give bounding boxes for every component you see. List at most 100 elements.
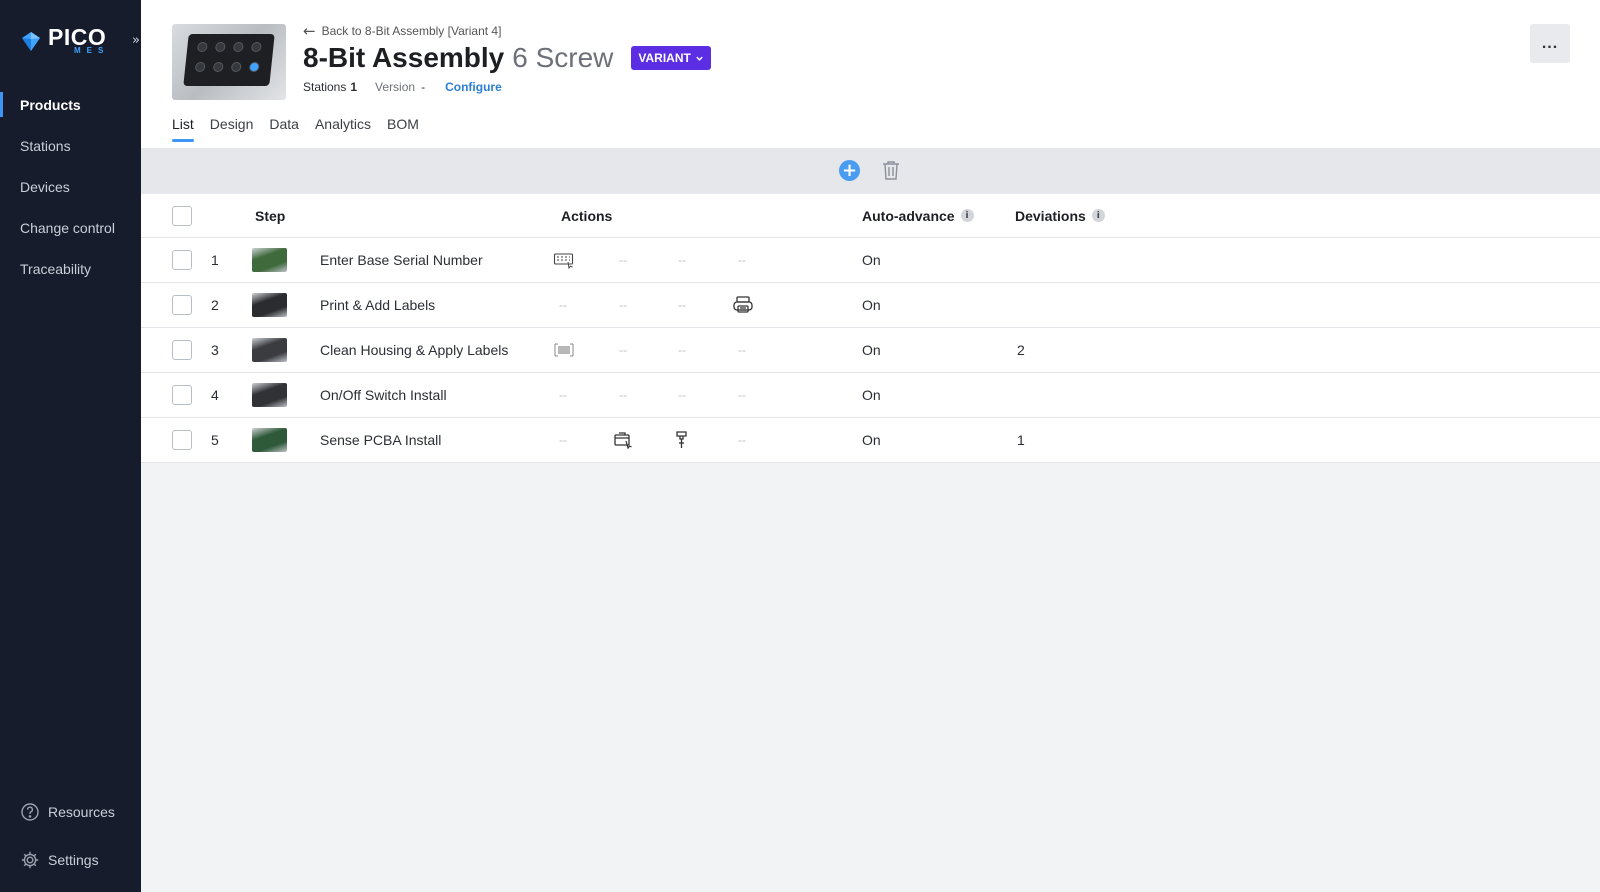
step-name[interactable]: Enter Base Serial Number xyxy=(320,252,483,268)
step-thumbnail xyxy=(252,338,287,362)
step-name[interactable]: Print & Add Labels xyxy=(320,297,435,313)
table-row[interactable]: 1 Enter Base Serial Number -- -- -- On xyxy=(141,238,1600,283)
steps-table: Step Actions Auto-advance i Deviations i… xyxy=(141,194,1600,463)
auto-advance-value[interactable]: On xyxy=(862,387,881,403)
info-icon[interactable]: i xyxy=(1091,209,1105,222)
step-thumbnail xyxy=(252,248,287,272)
action-empty: -- xyxy=(678,298,686,312)
row-checkbox[interactable] xyxy=(172,250,192,270)
auto-advance-value[interactable]: On xyxy=(862,342,881,358)
box-hand-icon[interactable] xyxy=(613,430,635,450)
product-image-device xyxy=(183,34,275,86)
step-name[interactable]: Clean Housing & Apply Labels xyxy=(320,342,508,358)
sidebar-item-traceability[interactable]: Traceability xyxy=(0,248,141,289)
auto-advance-value[interactable]: On xyxy=(862,432,881,448)
more-options-button[interactable]: ... xyxy=(1530,24,1570,63)
configure-link[interactable]: Configure xyxy=(445,80,502,94)
page-subtitle: 6 Screw xyxy=(512,42,614,73)
variant-dropdown-button[interactable]: VARIANT xyxy=(631,46,711,70)
action-empty: -- xyxy=(619,388,627,402)
column-deviations: Deviations i xyxy=(1015,208,1105,224)
info-icon[interactable]: i xyxy=(960,209,974,222)
resources-label: Resources xyxy=(48,804,115,820)
plus-icon: + xyxy=(841,159,858,181)
screwdriver-icon[interactable] xyxy=(672,430,694,450)
column-step: Step xyxy=(255,207,286,224)
step-name[interactable]: On/Off Switch Install xyxy=(320,387,447,403)
sidebar-nav: Products Stations Devices Change control… xyxy=(0,84,141,289)
step-number: 1 xyxy=(211,252,219,268)
row-checkbox[interactable] xyxy=(172,340,192,360)
sidebar-item-settings[interactable]: Settings xyxy=(20,850,140,870)
action-empty: -- xyxy=(738,343,746,357)
step-number: 4 xyxy=(211,387,219,403)
ellipsis-icon: ... xyxy=(1541,34,1559,52)
trash-icon[interactable] xyxy=(881,159,901,181)
pico-logo[interactable]: PICO MES xyxy=(20,26,109,55)
page-title: 8-Bit Assembly xyxy=(303,42,505,73)
sidebar-item-label: Devices xyxy=(20,178,70,195)
list-toolbar: + xyxy=(141,148,1600,194)
step-number: 2 xyxy=(211,297,219,313)
keyboard-icon[interactable] xyxy=(553,250,575,270)
action-empty: -- xyxy=(619,253,627,267)
action-empty: -- xyxy=(738,388,746,402)
back-link-label: Back to 8-Bit Assembly [Variant 4] xyxy=(321,24,502,38)
product-image xyxy=(172,24,286,100)
row-checkbox[interactable] xyxy=(172,430,192,450)
barcode-icon[interactable] xyxy=(553,340,575,360)
auto-advance-label: Auto-advance xyxy=(862,207,955,224)
auto-advance-value[interactable]: On xyxy=(862,297,881,313)
action-empty: -- xyxy=(559,433,567,447)
back-link[interactable]: ← Back to 8-Bit Assembly [Variant 4] xyxy=(303,22,501,40)
table-row[interactable]: 5 Sense PCBA Install -- -- On 1 xyxy=(141,418,1600,463)
table-row[interactable]: 4 On/Off Switch Install -- -- -- -- On xyxy=(141,373,1600,418)
sidebar-item-label: Change control xyxy=(20,219,115,236)
deviations-label: Deviations xyxy=(1015,207,1086,224)
step-number: 5 xyxy=(211,432,219,448)
row-checkbox[interactable] xyxy=(172,385,192,405)
sidebar: PICO MES » Products Stations Devices Cha… xyxy=(0,0,146,892)
version-value: - xyxy=(421,80,426,94)
gear-icon xyxy=(21,851,39,869)
row-checkbox[interactable] xyxy=(172,295,192,315)
title-row: 8-Bit Assembly 6 Screw VARIANT xyxy=(303,42,711,74)
printer-icon[interactable] xyxy=(732,295,754,315)
table-header: Step Actions Auto-advance i Deviations i xyxy=(141,194,1600,238)
step-name[interactable]: Sense PCBA Install xyxy=(320,432,441,448)
sidebar-item-change-control[interactable]: Change control xyxy=(0,207,141,248)
step-number: 3 xyxy=(211,342,219,358)
tab-analytics[interactable]: Analytics xyxy=(315,116,371,142)
arrow-left-icon: ← xyxy=(303,22,316,40)
sidebar-item-products[interactable]: Products xyxy=(0,84,141,125)
deviations-count[interactable]: 1 xyxy=(1017,432,1025,448)
column-auto-advance: Auto-advance i xyxy=(862,208,974,224)
action-empty: -- xyxy=(678,253,686,267)
sidebar-item-label: Products xyxy=(20,96,81,113)
tab-bar: List Design Data Analytics BOM xyxy=(172,116,435,142)
page-header: ← Back to 8-Bit Assembly [Variant 4] 8-B… xyxy=(141,0,1600,148)
auto-advance-value[interactable]: On xyxy=(862,252,881,268)
table-body: 1 Enter Base Serial Number -- -- -- On 2 Print … xyxy=(141,238,1600,463)
tab-list[interactable]: List xyxy=(172,116,194,142)
action-empty: -- xyxy=(678,388,686,402)
deviations-count[interactable]: 2 xyxy=(1017,342,1025,358)
meta-row: Stations 1 Version - Configure xyxy=(303,80,502,94)
tab-data[interactable]: Data xyxy=(269,116,299,142)
sidebar-item-devices[interactable]: Devices xyxy=(0,166,141,207)
action-empty: -- xyxy=(559,298,567,312)
sidebar-item-stations[interactable]: Stations xyxy=(0,125,141,166)
step-thumbnail xyxy=(252,293,287,317)
tab-design[interactable]: Design xyxy=(210,116,254,142)
column-actions: Actions xyxy=(561,207,613,224)
step-thumbnail xyxy=(252,428,287,452)
table-row[interactable]: 3 Clean Housing & Apply Labels -- -- -- On 2 xyxy=(141,328,1600,373)
table-row[interactable]: 2 Print & Add Labels -- -- -- On xyxy=(141,283,1600,328)
logo-subtext: MES xyxy=(74,46,110,55)
add-step-button[interactable]: + xyxy=(839,160,860,181)
stations-label: Stations xyxy=(303,80,347,94)
double-chevron-right-icon: » xyxy=(132,32,140,48)
tab-bom[interactable]: BOM xyxy=(387,116,419,142)
sidebar-item-resources[interactable]: Resources xyxy=(20,802,140,822)
select-all-checkbox[interactable] xyxy=(172,205,192,226)
